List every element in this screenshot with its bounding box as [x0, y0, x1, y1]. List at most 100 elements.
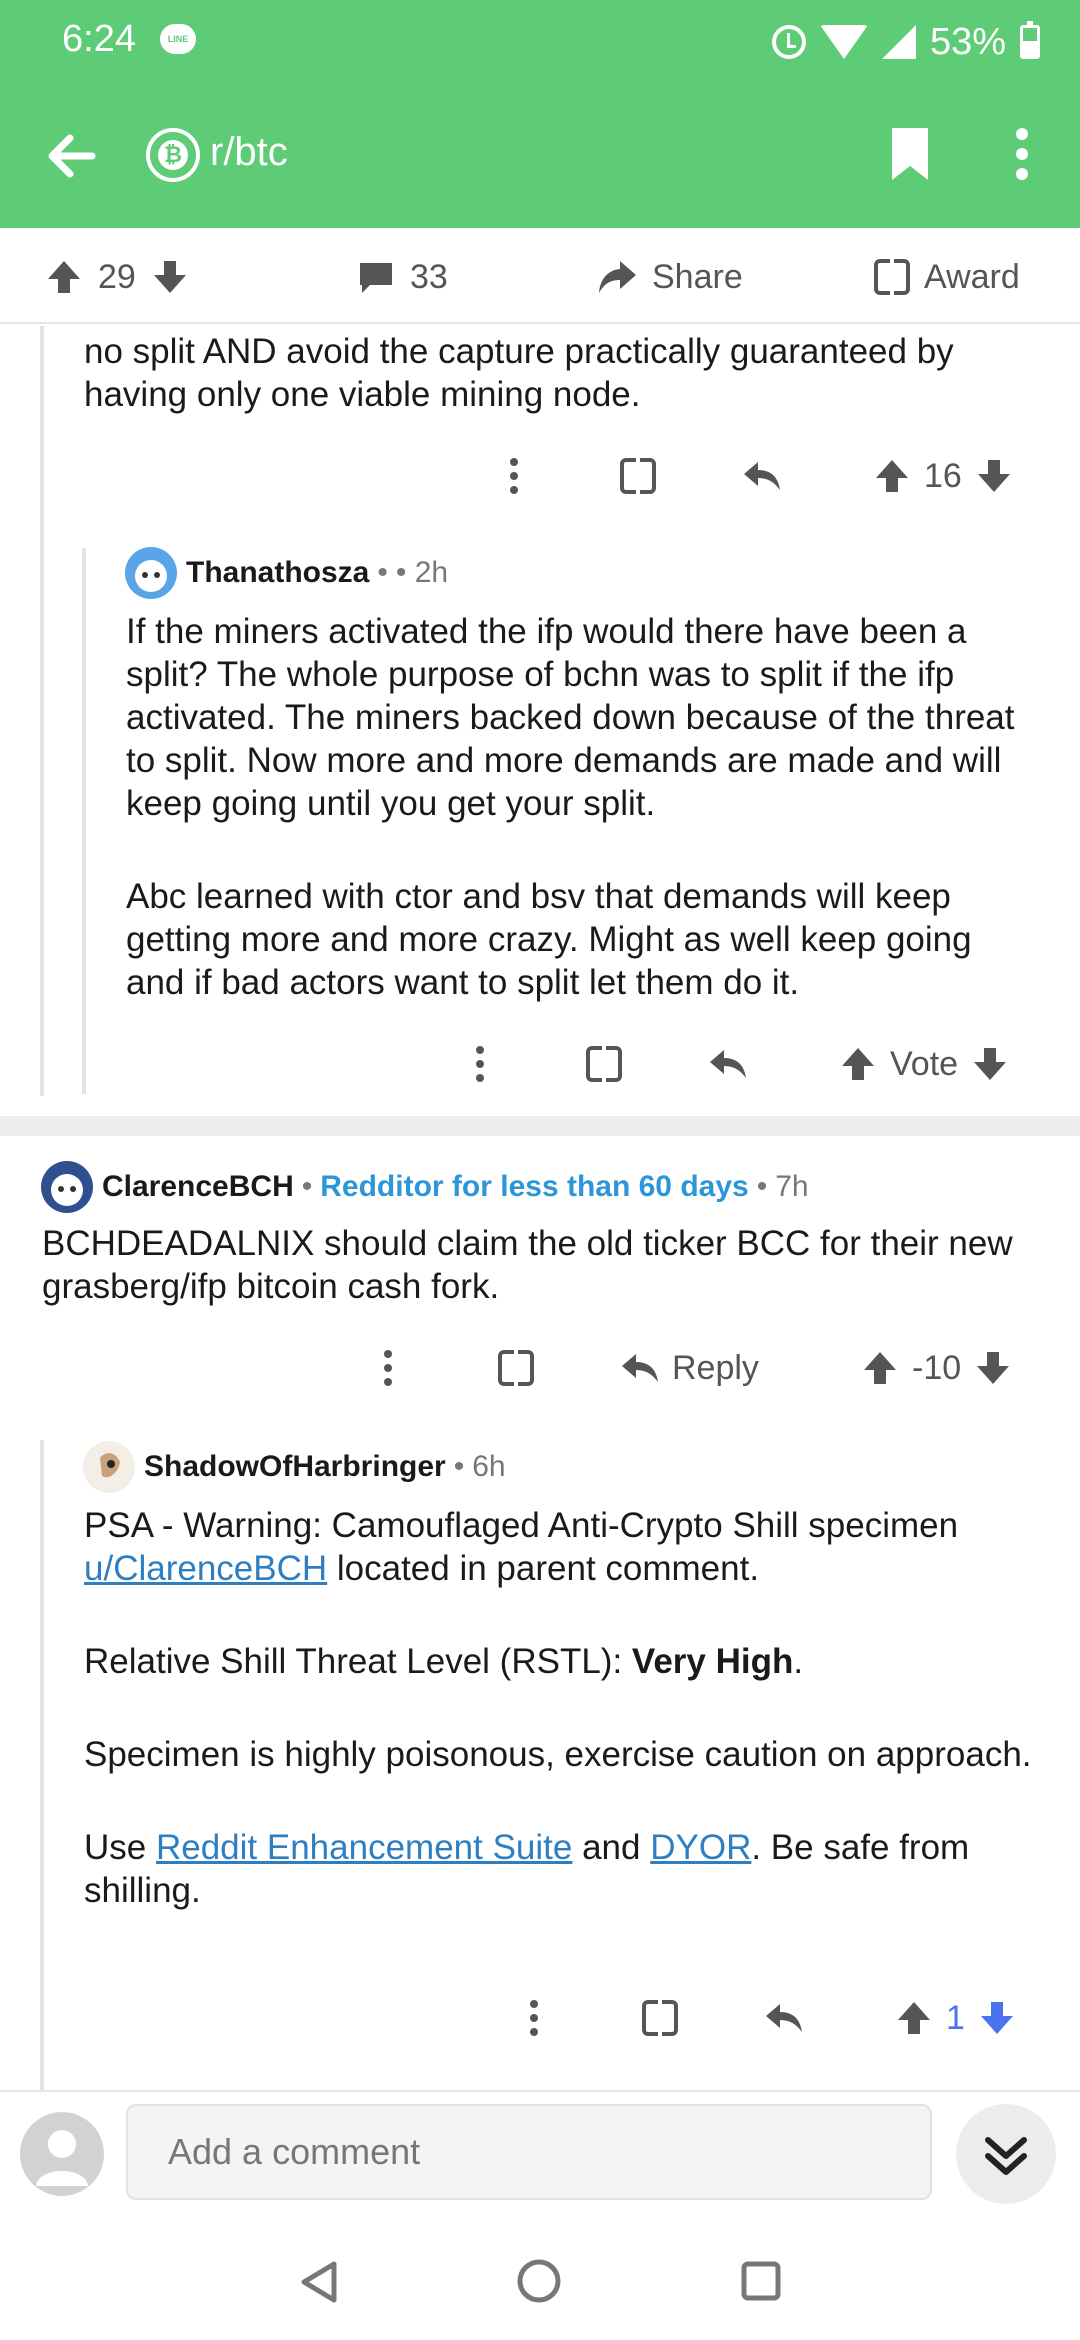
more-options-button[interactable] — [384, 1340, 392, 1396]
status-bar: 6:24 LINE 53% — [0, 0, 1080, 84]
downvote-icon-active[interactable] — [977, 1998, 1017, 2038]
more-dots-icon — [530, 2000, 538, 2036]
post-score: 29 — [98, 257, 136, 296]
upvote-icon[interactable] — [838, 1044, 878, 1084]
upvote-icon[interactable] — [44, 257, 84, 297]
vote-controls: -10 — [860, 1340, 1013, 1396]
award-button[interactable] — [642, 1990, 678, 2046]
award-button[interactable] — [620, 448, 656, 504]
post-action-bar: 29 33 Share Award — [0, 228, 1080, 324]
comment-actions: 16 — [480, 448, 1040, 504]
comment-count: 33 — [410, 257, 448, 296]
comment-score: -10 — [912, 1348, 962, 1387]
award-button[interactable] — [586, 1036, 622, 1092]
more-options-button[interactable] — [510, 448, 518, 504]
more-dots-icon — [384, 1350, 392, 1386]
gift-icon — [620, 458, 656, 494]
comment-body: If the miners activated the ifp would th… — [126, 610, 1038, 1004]
share-label: Share — [652, 257, 743, 296]
comment-text: no split AND avoid the capture practical… — [84, 332, 954, 414]
alarm-icon — [771, 25, 806, 59]
comment-paragraph: Relative Shill Threat Level (RSTL): Very… — [84, 1642, 804, 1681]
user-link[interactable]: u/ClarenceBCH — [84, 1549, 327, 1588]
comment-bubble-icon — [360, 263, 392, 293]
award-label: Award — [924, 257, 1020, 296]
comments-button[interactable]: 33 — [356, 254, 448, 300]
section-divider — [0, 1116, 1080, 1136]
reply-icon — [622, 1354, 658, 1382]
award-button[interactable]: Award — [874, 254, 1020, 300]
downvote-icon[interactable] — [973, 1348, 1013, 1388]
bookmark-icon[interactable] — [880, 124, 940, 184]
dyor-link[interactable]: DYOR — [650, 1828, 751, 1867]
user-avatar-icon[interactable] — [82, 1440, 136, 1494]
thread-line — [40, 1440, 44, 2090]
reply-button[interactable] — [742, 448, 782, 504]
gift-icon — [498, 1350, 534, 1386]
reply-button[interactable] — [708, 1036, 748, 1092]
more-options-button[interactable] — [530, 1990, 538, 2046]
reply-button[interactable]: Reply — [620, 1340, 759, 1396]
comment-author[interactable]: ClarenceBCH — [102, 1170, 294, 1204]
comment-score: 1 — [946, 1998, 965, 2037]
back-arrow-icon[interactable] — [40, 124, 104, 188]
res-link[interactable]: Reddit Enhancement Suite — [156, 1828, 572, 1867]
user-flair: Redditor for less than 60 days — [320, 1170, 749, 1203]
nav-home-icon[interactable] — [516, 2258, 562, 2304]
thread-line-nested — [82, 548, 86, 1094]
upvote-icon[interactable] — [872, 456, 912, 496]
gift-icon — [874, 259, 910, 295]
downvote-icon[interactable] — [150, 257, 190, 297]
status-icons: 53% — [771, 18, 1040, 66]
user-avatar-icon[interactable] — [40, 1160, 94, 1214]
comment-actions: 1 — [500, 1990, 1060, 2046]
comment-composer-bar: Add a comment — [0, 2090, 1080, 2220]
vote-controls: 1 — [894, 1990, 1017, 2046]
system-nav-bar — [0, 2220, 1080, 2340]
battery-percent: 53% — [929, 20, 1006, 63]
user-avatar-icon[interactable] — [124, 546, 178, 600]
nav-back-icon[interactable] — [296, 2258, 340, 2306]
reply-icon — [766, 2004, 802, 2032]
vote-controls: 16 — [872, 448, 1014, 504]
add-comment-input[interactable]: Add a comment — [126, 2104, 932, 2200]
nav-recents-icon[interactable] — [740, 2260, 782, 2302]
upvote-icon[interactable] — [894, 1998, 934, 2038]
comment-time: 6h — [472, 1450, 506, 1483]
reply-icon — [710, 1050, 746, 1078]
battery-icon — [1020, 21, 1040, 59]
double-chevron-down-icon — [985, 2137, 1027, 2175]
threat-level: Very High — [631, 1642, 794, 1681]
status-time: 6:24 — [62, 18, 136, 60]
subreddit-name[interactable]: r/btc — [210, 130, 288, 175]
award-button[interactable] — [498, 1340, 534, 1396]
default-avatar-icon — [36, 2130, 88, 2186]
collapse-comments-button[interactable] — [956, 2104, 1056, 2204]
comment-actions: Vote — [446, 1036, 1046, 1092]
thread-line — [40, 326, 44, 1096]
vote-controls: Vote — [838, 1036, 1010, 1092]
share-button[interactable]: Share — [596, 254, 743, 300]
comment-author[interactable]: ShadowOfHarbringer — [144, 1450, 446, 1484]
more-options-button[interactable] — [476, 1036, 484, 1092]
upvote-icon[interactable] — [860, 1348, 900, 1388]
post-vote: 29 — [44, 254, 190, 300]
signal-icon — [881, 25, 916, 59]
comment-header: Thanathosza • • 2h — [124, 546, 448, 600]
share-arrow-icon — [599, 261, 636, 293]
app-bar: ₿ r/btc — [0, 84, 1080, 228]
current-user-avatar[interactable] — [20, 2112, 104, 2196]
downvote-icon[interactable] — [970, 1044, 1010, 1084]
gift-icon — [642, 2000, 678, 2036]
comment-paragraph: Specimen is highly poisonous, exercise c… — [84, 1735, 1032, 1774]
more-options-icon[interactable] — [1000, 124, 1044, 184]
reply-button[interactable] — [764, 1990, 804, 2046]
comment-body: BCHDEADALNIX should claim the old ticker… — [42, 1222, 1042, 1308]
bitcoin-icon: ₿ — [158, 140, 188, 170]
comment-author[interactable]: Thanathosza — [186, 556, 369, 590]
subreddit-icon[interactable]: ₿ — [146, 128, 200, 182]
comment-header: ShadowOfHarbringer • 6h — [82, 1440, 506, 1494]
comment-header: ClarenceBCH • Redditor for less than 60 … — [40, 1160, 809, 1214]
more-dots-icon — [510, 458, 518, 494]
downvote-icon[interactable] — [974, 456, 1014, 496]
